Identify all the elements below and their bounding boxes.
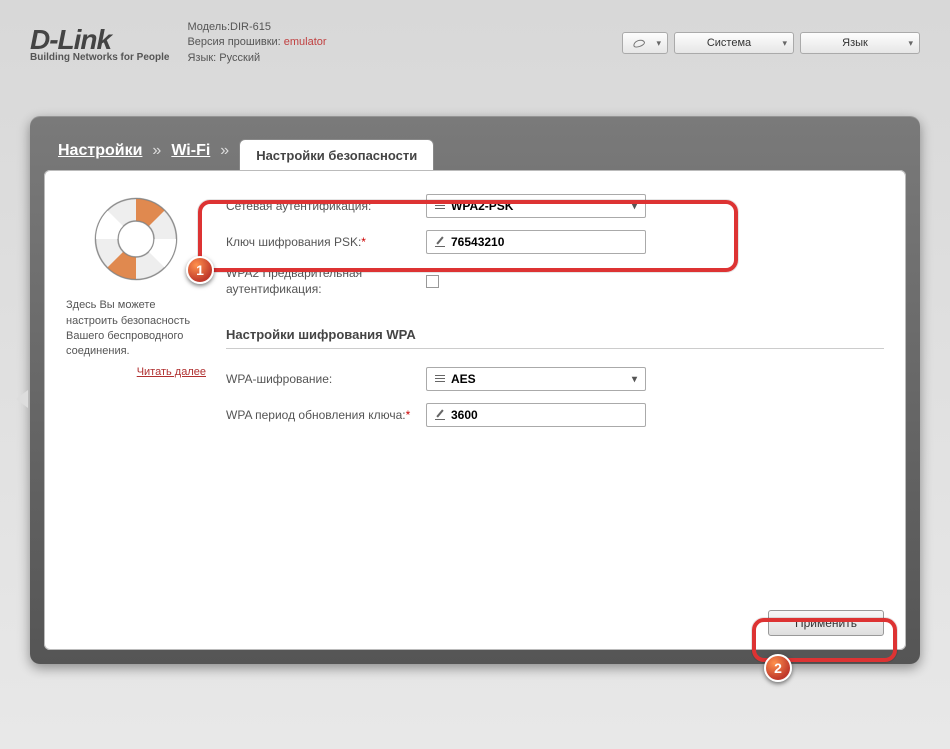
breadcrumb-wifi[interactable]: Wi-Fi bbox=[171, 142, 210, 170]
firmware-link[interactable]: emulator bbox=[284, 36, 327, 48]
language-dropdown[interactable]: Язык bbox=[800, 32, 920, 54]
notifications-dropdown[interactable] bbox=[622, 32, 668, 54]
rekey-label: WPA период обновления ключа:* bbox=[226, 408, 426, 422]
section-wpa-title: Настройки шифрования WPA bbox=[226, 303, 884, 349]
lifebuoy-icon bbox=[91, 194, 181, 284]
help-text: Здесь Вы можете настроить безопасность В… bbox=[66, 298, 206, 360]
form-area: Сетевая аутентификация: WPA2-PSK Ключ ши… bbox=[226, 188, 884, 632]
system-dropdown[interactable]: Система bbox=[674, 32, 794, 54]
breadcrumb-root[interactable]: Настройки bbox=[58, 142, 142, 170]
pencil-icon bbox=[435, 237, 445, 247]
enc-select[interactable]: AES bbox=[426, 367, 646, 391]
collapse-arrow-icon[interactable] bbox=[16, 390, 28, 408]
device-info: Модель:DIR-615 Версия прошивки: emulator… bbox=[187, 20, 326, 66]
apply-button[interactable]: Применить bbox=[768, 610, 884, 636]
psk-input[interactable]: 76543210 bbox=[426, 230, 646, 254]
enc-label: WPA-шифрование: bbox=[226, 372, 426, 386]
preauth-label: WPA2 Предварительная аутентификация: bbox=[226, 266, 426, 297]
pencil-icon bbox=[435, 410, 445, 420]
psk-label: Ключ шифрования PSK:* bbox=[226, 235, 426, 249]
list-icon bbox=[435, 375, 445, 383]
read-more-link[interactable]: Читать далее bbox=[66, 366, 206, 378]
brand-logo: D-Link Building Networks for People bbox=[30, 24, 169, 63]
brand-tagline: Building Networks for People bbox=[30, 52, 169, 63]
tab-security-settings[interactable]: Настройки безопасности bbox=[239, 139, 434, 171]
bulb-icon bbox=[632, 38, 646, 49]
list-icon bbox=[435, 202, 445, 210]
auth-label: Сетевая аутентификация: bbox=[226, 199, 426, 213]
breadcrumb: Настройки » Wi-Fi » Настройки безопаснос… bbox=[44, 130, 906, 170]
auth-select[interactable]: WPA2-PSK bbox=[426, 194, 646, 218]
rekey-input[interactable]: 3600 bbox=[426, 403, 646, 427]
preauth-checkbox[interactable] bbox=[426, 275, 439, 288]
main-panel: Настройки » Wi-Fi » Настройки безопаснос… bbox=[30, 116, 920, 664]
